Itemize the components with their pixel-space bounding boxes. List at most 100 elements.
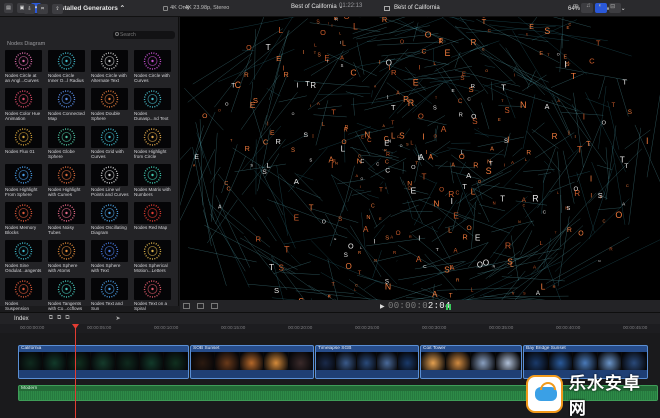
- generator-tile[interactable]: Nodes Dunasp...nd Text: [134, 88, 174, 125]
- svg-text:L: L: [341, 144, 346, 153]
- svg-text:O: O: [320, 28, 326, 37]
- video-clip[interactable]: SOB Sunset: [190, 345, 314, 379]
- playhead[interactable]: [75, 324, 76, 418]
- timeline-project[interactable]: Best of California ⌄: [291, 3, 343, 10]
- generator-tile[interactable]: Nodes Highlight From Sphere: [5, 164, 45, 201]
- generator-tile[interactable]: Nodes Suspension: [5, 278, 45, 315]
- svg-text:R: R: [609, 246, 613, 251]
- generator-thumbnail: [134, 88, 171, 110]
- speed-icon[interactable]: [211, 303, 218, 309]
- watermark-text: 乐水安卓网: [568, 374, 641, 418]
- svg-text:O: O: [400, 39, 404, 45]
- clip-filmstrip: [421, 352, 521, 372]
- svg-text:O: O: [400, 144, 403, 148]
- svg-text:L: L: [353, 21, 358, 31]
- ruler-tick: 00:00:45:00: [623, 325, 648, 330]
- svg-text:O: O: [348, 242, 354, 251]
- clip-tools[interactable]: ⧉⧉⧉: [49, 315, 74, 322]
- video-clip[interactable]: California: [18, 345, 189, 379]
- snapping-icon[interactable]: ⊟: [610, 3, 615, 10]
- svg-text:A: A: [294, 177, 300, 186]
- audio-meter-icon[interactable]: [446, 304, 451, 310]
- share-button[interactable]: ⇪: [52, 4, 63, 14]
- svg-text:L: L: [510, 262, 514, 269]
- svg-text:O: O: [292, 112, 295, 116]
- svg-text:C: C: [523, 204, 526, 208]
- svg-text:O: O: [557, 52, 560, 56]
- select-tool-icon[interactable]: ➤: [116, 315, 121, 322]
- generator-tile[interactable]: Nodes Highlight from Circle: [134, 126, 174, 163]
- svg-text:A: A: [545, 103, 550, 111]
- clip-name: California: [21, 346, 42, 351]
- generator-tile[interactable]: Nodes Color Hue Animation: [5, 88, 45, 125]
- generator-tile[interactable]: Nodes Connected Map: [48, 88, 88, 125]
- generator-tile[interactable]: Nodes Text and Sun: [91, 278, 131, 315]
- svg-text:S: S: [317, 52, 321, 58]
- svg-text:L: L: [314, 43, 317, 49]
- generator-thumbnail: [134, 50, 171, 72]
- svg-text:I: I: [564, 59, 567, 69]
- generator-tile[interactable]: Nodes Red Map: [134, 202, 174, 239]
- generator-tile[interactable]: Nodes Globe Sphere: [48, 126, 88, 163]
- solo-icon[interactable]: ◐: [599, 3, 603, 10]
- generator-tile[interactable]: Nodes Double Sphere: [91, 88, 131, 125]
- generator-select[interactable]: Installed Generators ⌃: [55, 4, 125, 12]
- checkbox-icon[interactable]: [163, 5, 169, 11]
- timeline-back-forward[interactable]: ‹ ›: [397, 3, 403, 9]
- library-icon[interactable]: ▤: [4, 3, 13, 13]
- viewer[interactable]: EASIISSERARSSTCNCTRECSTRNLCISSETNACISTLR…: [180, 17, 660, 301]
- generator-tile[interactable]: Nodes Circle with Alternate Text: [91, 50, 131, 87]
- generator-label: with Curves: [48, 192, 72, 198]
- skimming-icon[interactable]: ⊞: [573, 3, 578, 10]
- svg-text:O: O: [466, 225, 471, 232]
- generator-tile[interactable]: Nodes Line w/Points and Curves: [91, 164, 131, 201]
- generator-tile[interactable]: Nodes Matrix with Numbers: [134, 164, 174, 201]
- generator-label: with Co...ccflows: [48, 306, 83, 312]
- svg-text:C: C: [235, 80, 242, 90]
- timeline-ruler[interactable]: 00:00:00:00 00:00:05:00 00:00:10:00 00:00:1…: [0, 324, 660, 333]
- import-button[interactable]: ⇩: [24, 4, 35, 14]
- timeline-duration: 01:22:13: [339, 3, 363, 9]
- generator-label: Animation: [5, 116, 26, 122]
- generator-tile[interactable]: Nodes Grid with Curves: [91, 126, 131, 163]
- generator-tile[interactable]: Nodes Circle with Curves: [134, 50, 174, 87]
- svg-text:A: A: [454, 249, 458, 255]
- svg-text:R: R: [567, 227, 572, 234]
- svg-text:S: S: [399, 131, 405, 140]
- generator-tile[interactable]: Nodes Highlight with Curves: [48, 164, 88, 201]
- generator-tile[interactable]: Nodes Noisy Tubes: [48, 202, 88, 239]
- svg-text:C: C: [350, 67, 356, 77]
- svg-text:L: L: [354, 287, 357, 292]
- audio-skimming-icon[interactable]: ♫: [586, 3, 591, 10]
- index-button[interactable]: Index: [14, 316, 29, 322]
- keyword-button[interactable]: ⌗: [37, 4, 48, 14]
- generator-tile[interactable]: Nodes Spherical Motion...Letters: [134, 240, 174, 277]
- generator-tile[interactable]: Nodes Circle Inner O...l Radius: [48, 50, 88, 87]
- svg-text:C: C: [602, 218, 605, 223]
- generator-tile[interactable]: Nodes Memory Blocks: [5, 202, 45, 239]
- generator-tile[interactable]: Nodes Sphere with Atoms: [48, 240, 88, 277]
- play-button[interactable]: ▶: [380, 303, 385, 310]
- clip-audio: [19, 370, 188, 378]
- svg-text:T: T: [331, 108, 336, 117]
- generator-tile[interactable]: Nodes Text on a Spiral: [134, 278, 174, 315]
- generator-tile[interactable]: Nodes Sphere with Text: [91, 240, 131, 277]
- generator-tile[interactable]: Nodes Tangents with Co...ccflows: [48, 278, 88, 315]
- svg-text:T: T: [421, 172, 426, 181]
- svg-text:R: R: [382, 17, 387, 24]
- search-input[interactable]: Search: [113, 31, 175, 39]
- svg-text:R: R: [574, 189, 580, 198]
- svg-text:R: R: [526, 150, 531, 157]
- generator-tile[interactable]: Nodes Circle at an Angl...Curves: [5, 50, 45, 87]
- generator-tile[interactable]: Nodes Sine Ondulat...angents: [5, 240, 45, 277]
- video-clip[interactable]: Timelapse SGB: [315, 345, 419, 379]
- svg-text:T: T: [309, 204, 314, 213]
- crop-icon[interactable]: [197, 303, 204, 309]
- generator-tile[interactable]: Nodes Oscillating Diagram: [91, 202, 131, 239]
- transform-icon[interactable]: [183, 303, 190, 309]
- svg-text:I: I: [422, 132, 424, 142]
- video-clip[interactable]: Coit Tower: [420, 345, 522, 379]
- generator-thumbnail: [134, 202, 171, 224]
- svg-text:E: E: [334, 237, 336, 241]
- generator-tile[interactable]: Nodes Flux 01: [5, 126, 45, 163]
